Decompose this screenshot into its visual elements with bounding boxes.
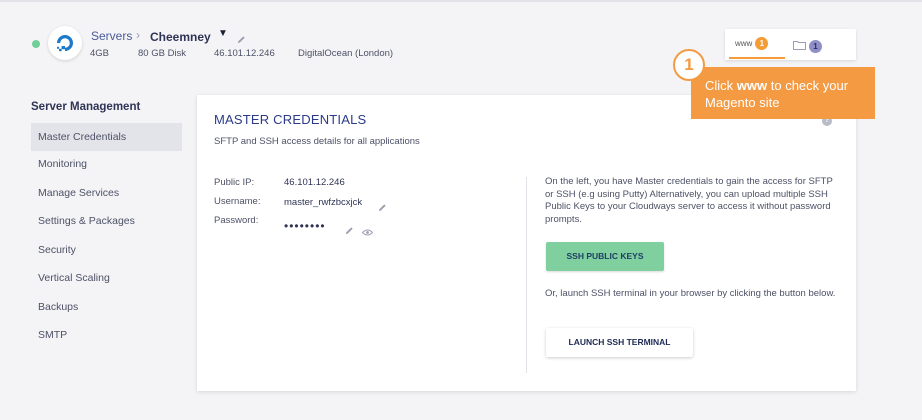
www-tutorial-callout: Click www to check your Magento site bbox=[691, 67, 875, 119]
breadcrumb-servers-link[interactable]: Servers bbox=[91, 29, 132, 43]
username-value: master_rwfzbcxjck bbox=[284, 197, 363, 208]
quick-access-tabs: www 1 1 bbox=[725, 29, 856, 60]
sidebar-item-monitoring[interactable]: Monitoring bbox=[31, 150, 182, 178]
username-label: Username: bbox=[214, 196, 261, 207]
column-divider bbox=[526, 177, 527, 373]
active-tab-underline bbox=[729, 57, 785, 59]
sidebar-item-backups[interactable]: Backups bbox=[31, 293, 182, 321]
card-subtitle: SFTP and SSH access details for all appl… bbox=[214, 136, 420, 147]
callout-text-bold: www bbox=[736, 78, 768, 93]
chevron-right-icon: › bbox=[136, 28, 140, 42]
folder-icon bbox=[793, 37, 806, 55]
sidebar-item-security[interactable]: Security bbox=[31, 236, 182, 264]
sidebar-title: Server Management bbox=[31, 101, 141, 113]
password-value: •••••••• bbox=[284, 219, 326, 233]
edit-server-name-icon[interactable] bbox=[237, 31, 246, 49]
breadcrumb-current-server: Cheemney bbox=[150, 30, 211, 44]
server-disk: 80 GB Disk bbox=[138, 48, 187, 59]
sidebar-item-master-credentials[interactable]: Master Credentials bbox=[31, 123, 182, 151]
callout-step-number: 1 bbox=[673, 49, 705, 81]
sidebar-item-manage-services[interactable]: Manage Services bbox=[31, 179, 182, 207]
files-count-badge: 1 bbox=[809, 39, 822, 53]
public-ip-value: 46.101.12.246 bbox=[284, 177, 345, 188]
sidebar-item-settings-packages[interactable]: Settings & Packages bbox=[31, 207, 182, 235]
server-ram: 4GB bbox=[90, 48, 110, 59]
www-tab-label: www bbox=[735, 39, 753, 48]
edit-password-icon[interactable] bbox=[345, 222, 354, 240]
www-count-badge: 1 bbox=[755, 37, 769, 50]
server-dropdown-caret-icon[interactable]: ▼ bbox=[218, 28, 228, 39]
callout-text-prefix: Click bbox=[705, 78, 737, 93]
card-title: MASTER CREDENTIALS bbox=[214, 112, 367, 127]
server-provider: DigitalOcean (London) bbox=[298, 48, 394, 59]
show-password-eye-icon[interactable] bbox=[361, 223, 374, 241]
terminal-info-text: Or, launch SSH terminal in your browser … bbox=[545, 288, 836, 299]
edit-username-icon[interactable] bbox=[378, 199, 387, 217]
password-label: Password: bbox=[214, 215, 259, 226]
public-ip-label: Public IP: bbox=[214, 177, 255, 188]
server-ip: 46.101.12.246 bbox=[214, 48, 275, 59]
status-indicator bbox=[32, 40, 40, 48]
ssh-public-keys-button[interactable]: SSH PUBLIC KEYS bbox=[546, 242, 664, 271]
digitalocean-logo-icon bbox=[48, 26, 82, 60]
sidebar-item-vertical-scaling[interactable]: Vertical Scaling bbox=[31, 264, 182, 292]
files-tab[interactable]: 1 bbox=[793, 37, 822, 55]
www-tab[interactable]: www 1 bbox=[735, 37, 769, 50]
launch-ssh-terminal-button[interactable]: LAUNCH SSH TERMINAL bbox=[546, 328, 693, 357]
sidebar-item-smtp[interactable]: SMTP bbox=[31, 321, 182, 349]
ssh-info-text: On the left, you have Master credentials… bbox=[545, 176, 833, 225]
master-credentials-card: MASTER CREDENTIALS SFTP and SSH access d… bbox=[197, 95, 856, 391]
